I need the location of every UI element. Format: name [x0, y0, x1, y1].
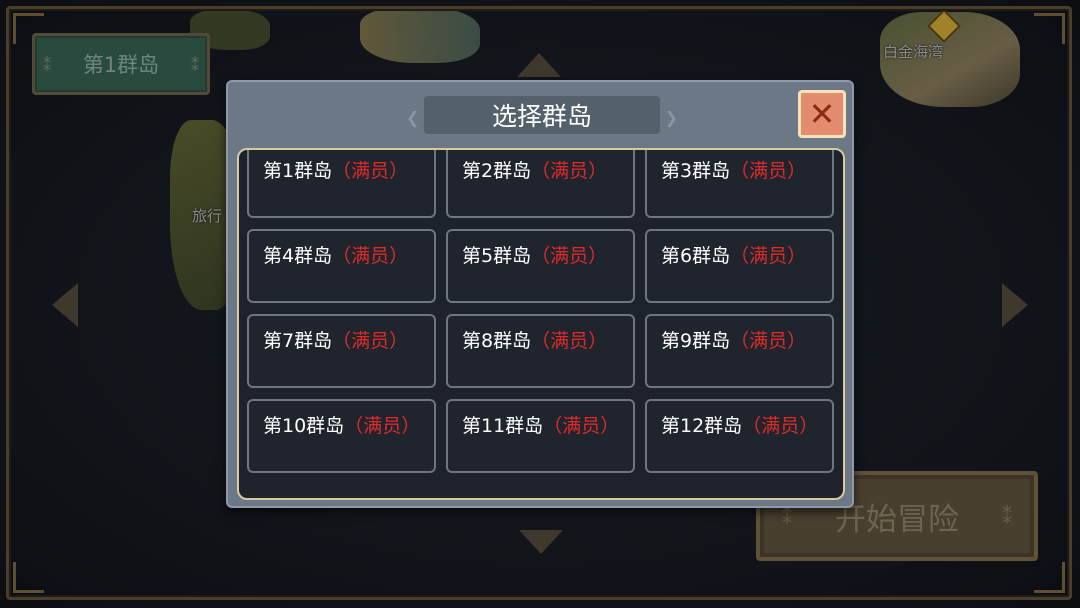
island-option[interactable]: 第9群岛（满员） [645, 314, 834, 388]
island-status-badge: （满员） [344, 415, 421, 437]
island-option[interactable]: 第12群岛（满员） [645, 399, 834, 473]
island-option-label: 第12群岛（满员） [661, 411, 818, 438]
island-option-label: 第10群岛（满员） [263, 411, 420, 438]
close-button[interactable]: ✕ [798, 90, 846, 138]
island-option-label: 第8群岛（满员） [462, 326, 607, 353]
island-name: 第4群岛 [263, 245, 333, 267]
island-name: 第12群岛 [661, 415, 743, 437]
island-list[interactable]: 第1群岛（满员） 第2群岛（满员） 第3群岛（满员） 第4群岛（满员） 第5群岛（满员）… [237, 148, 845, 500]
island-option-label: 第5群岛（满员） [462, 241, 607, 268]
island-status-badge: （满员） [531, 330, 608, 352]
island-name: 第9群岛 [661, 330, 731, 352]
close-x-icon: ✕ [808, 95, 836, 133]
island-grid: 第1群岛（满员） 第2群岛（满员） 第3群岛（满员） 第4群岛（满员） 第5群岛（满员）… [247, 150, 834, 473]
island-option-label: 第4群岛（满员） [263, 241, 408, 268]
island-status-badge: （满员） [332, 330, 409, 352]
island-name: 第6群岛 [661, 245, 731, 267]
island-option-label: 第3群岛（满员） [661, 156, 806, 183]
island-option[interactable]: 第5群岛（满员） [446, 229, 635, 303]
island-status-badge: （满员） [730, 330, 807, 352]
island-name: 第8群岛 [462, 330, 532, 352]
island-option[interactable]: 第7群岛（满员） [247, 314, 436, 388]
island-option-label: 第9群岛（满员） [661, 326, 806, 353]
island-option-label: 第11群岛（满员） [462, 411, 619, 438]
island-option[interactable]: 第1群岛（满员） [247, 150, 436, 218]
island-status-badge: （满员） [730, 160, 807, 182]
island-status-badge: （满员） [730, 245, 807, 267]
island-name: 第3群岛 [661, 160, 731, 182]
wing-ornament-icon: ❯ [664, 108, 678, 127]
island-option-label: 第2群岛（满员） [462, 156, 607, 183]
wing-ornament-icon: ❮ [406, 108, 420, 127]
island-option-label: 第1群岛（满员） [263, 156, 408, 183]
island-name: 第11群岛 [462, 415, 544, 437]
island-option[interactable]: 第8群岛（满员） [446, 314, 635, 388]
island-status-badge: （满员） [332, 160, 409, 182]
island-status-badge: （满员） [332, 245, 409, 267]
island-name: 第5群岛 [462, 245, 532, 267]
island-option[interactable]: 第10群岛（满员） [247, 399, 436, 473]
island-option-label: 第6群岛（满员） [661, 241, 806, 268]
island-status-badge: （满员） [742, 415, 819, 437]
island-name: 第10群岛 [263, 415, 345, 437]
island-option[interactable]: 第11群岛（满员） [446, 399, 635, 473]
island-option[interactable]: 第6群岛（满员） [645, 229, 834, 303]
dialog-title: 选择群岛 [491, 102, 592, 131]
island-status-badge: （满员） [543, 415, 620, 437]
island-option[interactable]: 第2群岛（满员） [446, 150, 635, 218]
island-status-badge: （满员） [531, 245, 608, 267]
island-name: 第1群岛 [263, 160, 333, 182]
island-option[interactable]: 第3群岛（满员） [645, 150, 834, 218]
dialog-title-plate: ❮ 选择群岛 ❯ [406, 96, 678, 134]
island-name: 第2群岛 [462, 160, 532, 182]
island-option-label: 第7群岛（满员） [263, 326, 408, 353]
island-name: 第7群岛 [263, 330, 333, 352]
select-island-dialog: ❮ 选择群岛 ❯ ✕ 第1群岛（满员） 第2群岛（满员） 第3群岛（满员） 第4群岛（… [226, 80, 854, 508]
island-option[interactable]: 第4群岛（满员） [247, 229, 436, 303]
island-status-badge: （满员） [531, 160, 608, 182]
